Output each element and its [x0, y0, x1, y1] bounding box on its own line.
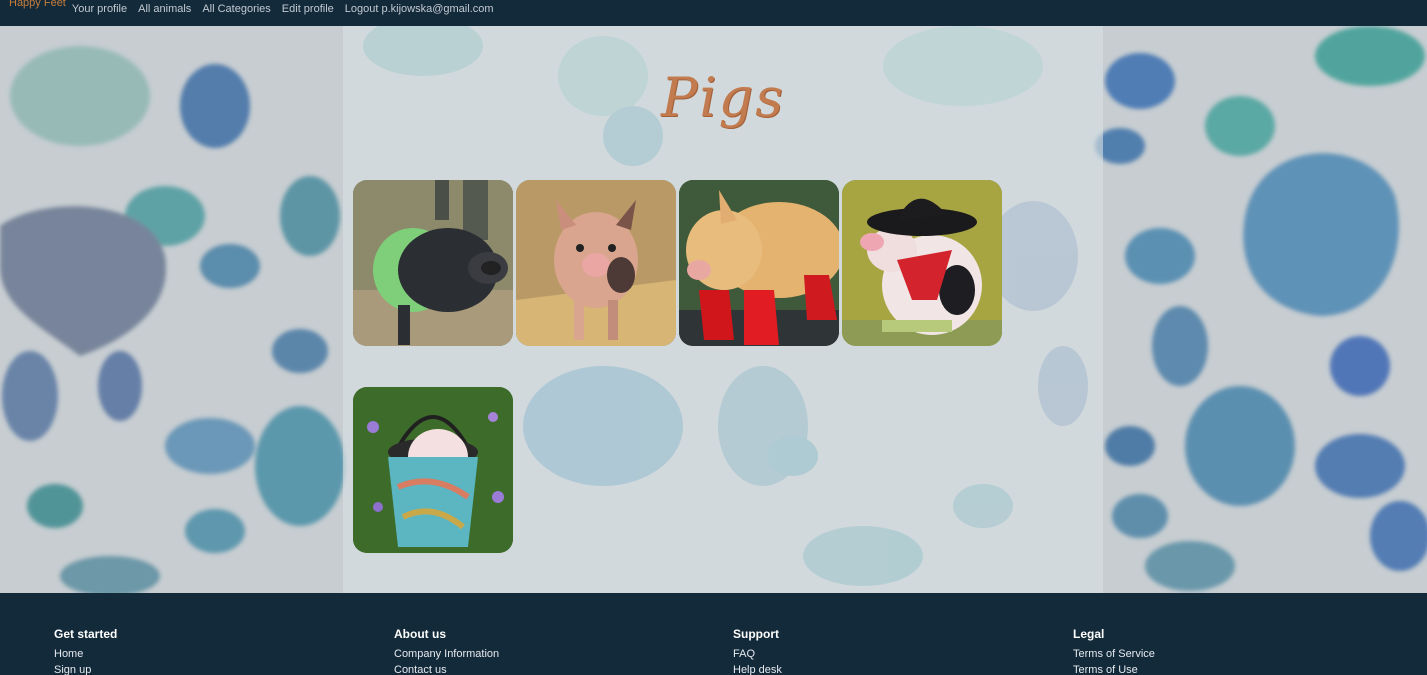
footer-heading: Support [733, 627, 779, 641]
pig-photo-4 [842, 180, 1002, 346]
footer-column-get-started: Get started Home Sign up [54, 627, 117, 675]
footer-link-company-information[interactable]: Company Information [394, 648, 499, 660]
footer-heading: Legal [1073, 627, 1105, 641]
footer-link-contact-us[interactable]: Contact us [394, 664, 499, 675]
footer-column-legal: Legal Terms of Service Terms of Use [1073, 627, 1155, 675]
pig-photo-3 [679, 180, 839, 346]
footer-heading: Get started [54, 627, 118, 641]
nav-link-all-categories[interactable]: All Categories [202, 3, 270, 15]
content-panel: Pigs [343, 26, 1103, 593]
footer-link-sign-up[interactable]: Sign up [54, 664, 117, 675]
footer-column-support: Support FAQ Help desk [733, 627, 782, 675]
footer-heading: About us [394, 627, 446, 641]
page-title: Pigs [661, 66, 785, 129]
site-footer: Get started Home Sign up About us Compan… [0, 593, 1427, 675]
animal-card-1[interactable] [353, 180, 513, 346]
animal-card-3[interactable] [679, 180, 839, 346]
animal-card-4[interactable] [842, 180, 1002, 346]
nav-link-logout[interactable]: Logout p.kijowska@gmail.com [345, 3, 494, 15]
nav-link-edit-profile[interactable]: Edit profile [282, 3, 334, 15]
nav-link-your-profile[interactable]: Your profile [72, 3, 127, 15]
footer-link-faq[interactable]: FAQ [733, 648, 782, 660]
footer-link-home[interactable]: Home [54, 648, 117, 660]
nav-link-all-animals[interactable]: All animals [138, 3, 191, 15]
brand-logo[interactable]: Happy Feet [9, 0, 66, 9]
animal-card-2[interactable] [516, 180, 676, 346]
pig-photo-5 [353, 387, 513, 553]
top-navigation: Happy Feet Your profile All animals All … [0, 0, 1427, 26]
footer-link-terms-of-use[interactable]: Terms of Use [1073, 664, 1155, 675]
footer-link-terms-of-service[interactable]: Terms of Service [1073, 648, 1155, 660]
footer-column-about-us: About us Company Information Contact us [394, 627, 499, 675]
pig-photo-2 [516, 180, 676, 346]
footer-link-help-desk[interactable]: Help desk [733, 664, 782, 675]
pig-photo-1 [353, 180, 513, 346]
animal-card-5[interactable] [353, 387, 513, 553]
